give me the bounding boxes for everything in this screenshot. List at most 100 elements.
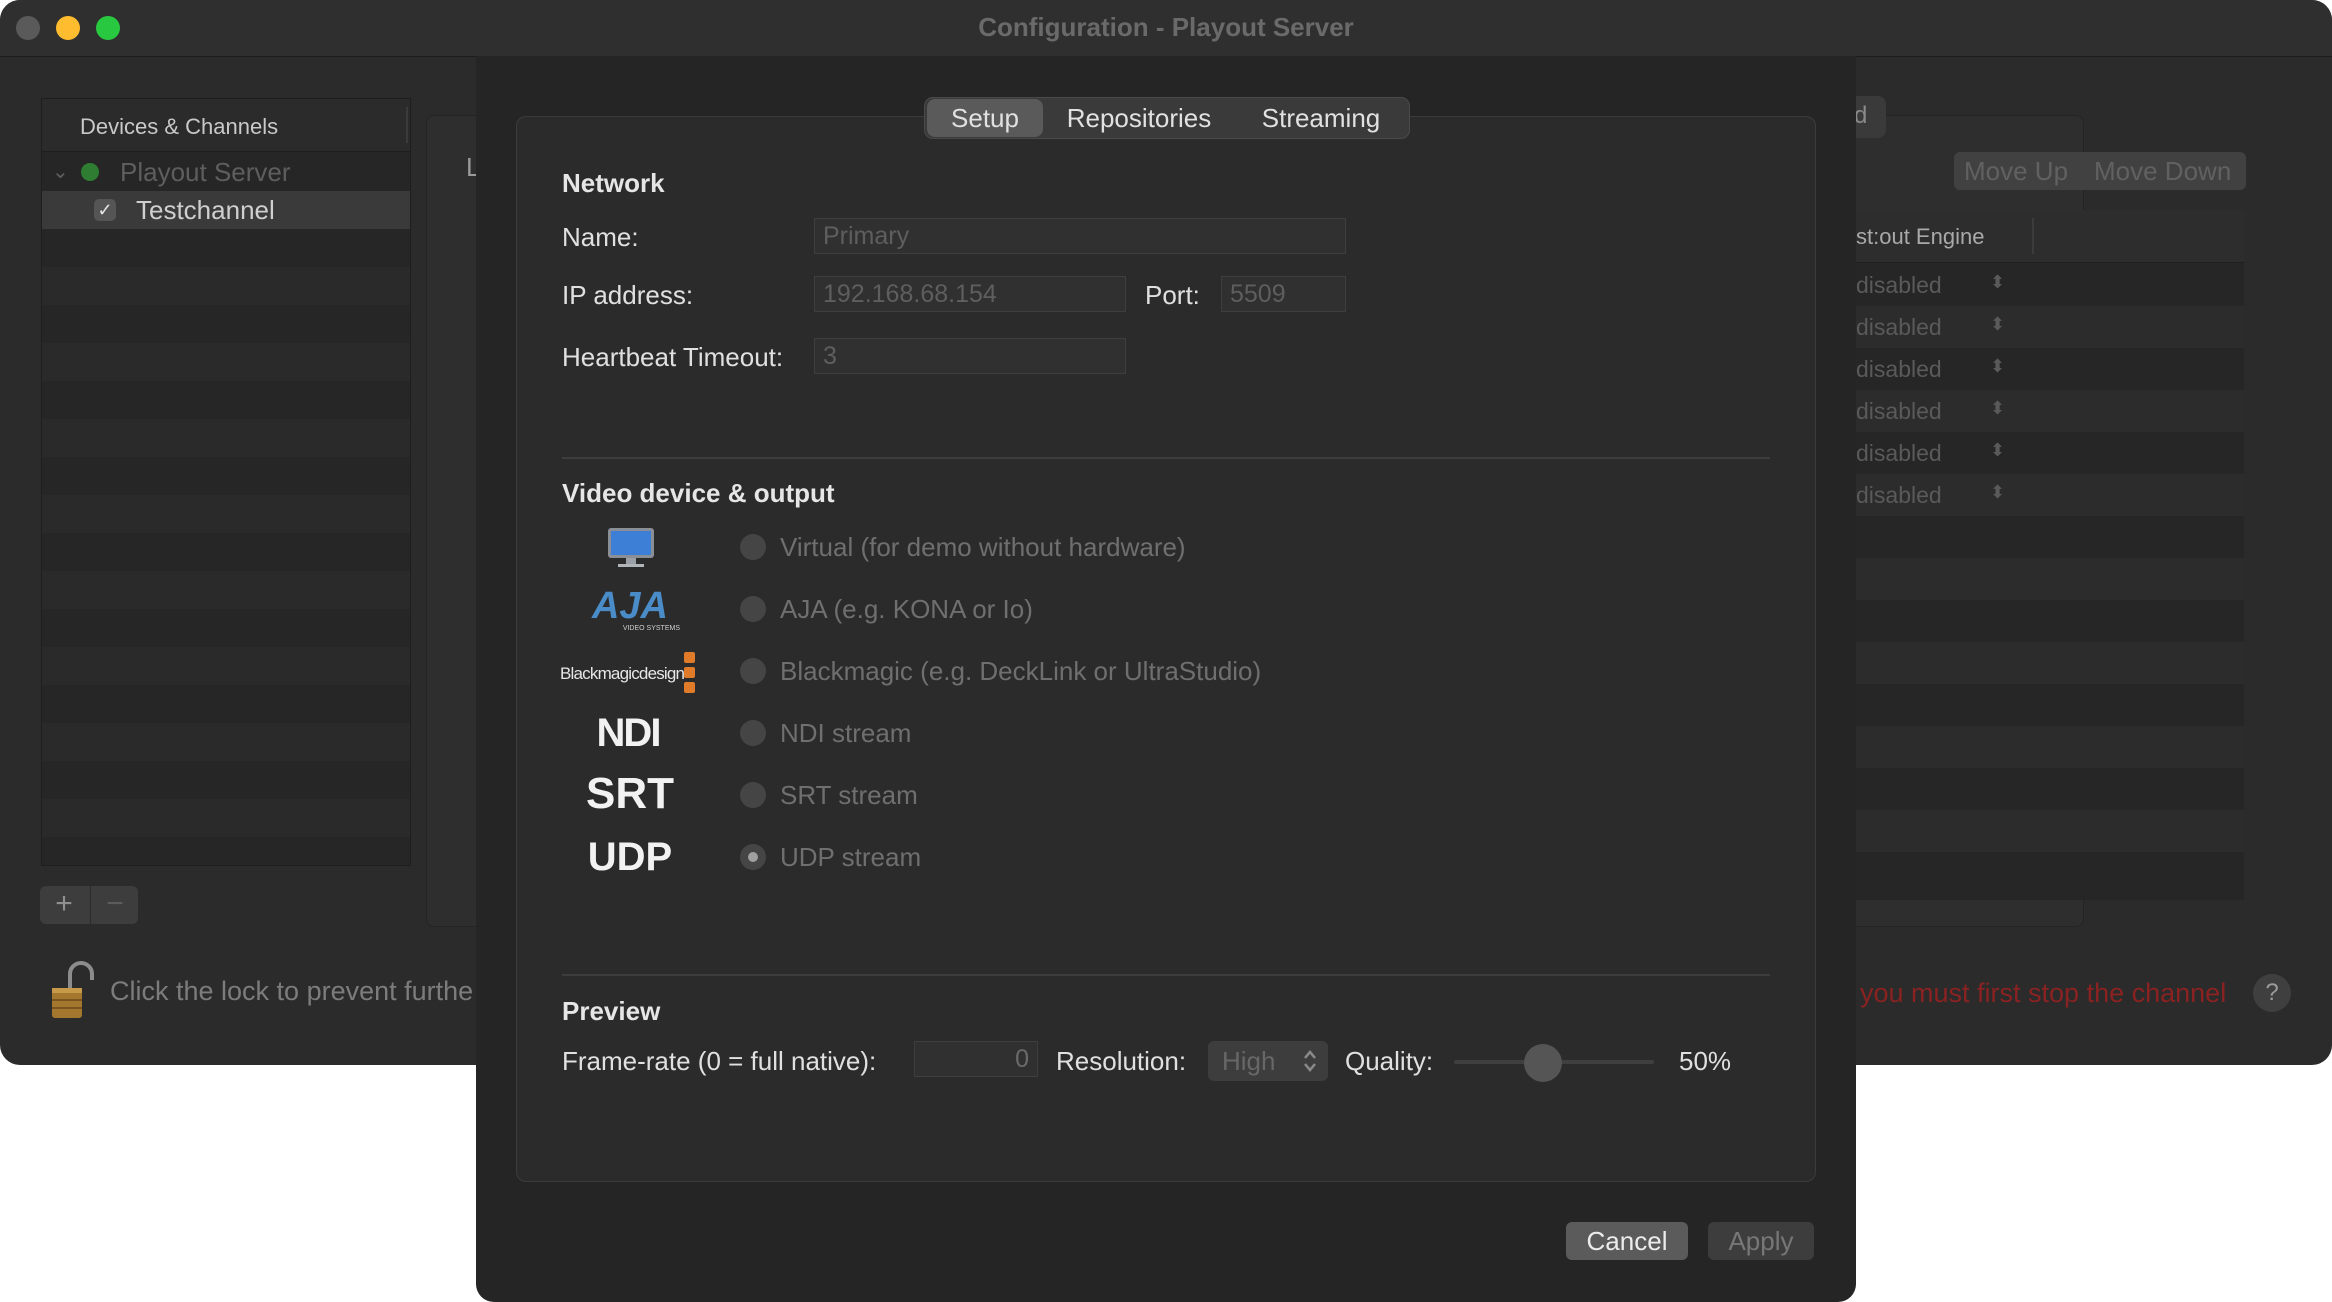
- resolution-value: High: [1222, 1046, 1276, 1076]
- resolution-label: Resolution:: [1056, 1046, 1187, 1076]
- table-row[interactable]: disabled ⬍: [1852, 264, 2244, 306]
- section-divider: [562, 457, 1770, 459]
- sidebar-title: Devices & Channels: [80, 114, 279, 139]
- help-button[interactable]: ?: [2253, 974, 2291, 1012]
- title-bar: Configuration - Playout Server: [0, 0, 2332, 57]
- resolution-popup[interactable]: High: [1208, 1041, 1328, 1081]
- engine-value: disabled: [1856, 440, 1942, 466]
- quality-value: 50%: [1679, 1046, 1732, 1076]
- tab-setup[interactable]: Setup: [927, 99, 1043, 137]
- sidebar-item-testchannel[interactable]: ✓ Testchannel: [42, 191, 410, 229]
- svg-text:VIDEO SYSTEMS: VIDEO SYSTEMS: [623, 625, 681, 632]
- sidebar-empty-row: [42, 495, 410, 533]
- heartbeat-timeout-field[interactable]: 3: [814, 338, 1126, 374]
- sidebar-empty-row: [42, 799, 410, 837]
- updown-arrows-icon[interactable]: ⬍: [1990, 398, 2005, 419]
- udp-logo: UDP: [588, 835, 672, 878]
- frame-rate-field[interactable]: 0: [914, 1041, 1038, 1077]
- ip-address-field[interactable]: 192.168.68.154: [814, 276, 1126, 312]
- table-empty-row: [1852, 810, 2244, 852]
- radio-button[interactable]: [740, 534, 766, 560]
- radio-button-selected[interactable]: [740, 844, 766, 870]
- setup-panel: [516, 116, 1816, 1182]
- tab-streaming[interactable]: Streaming: [1241, 98, 1401, 138]
- sidebar-empty-row: [42, 647, 410, 685]
- updown-arrows-icon[interactable]: ⬍: [1990, 440, 2005, 461]
- port-field[interactable]: 5509: [1221, 276, 1346, 312]
- table-empty-row: [1852, 642, 2244, 684]
- window-title: Configuration - Playout Server: [978, 12, 1354, 42]
- radio-button[interactable]: [740, 720, 766, 746]
- table-row[interactable]: disabled ⬍: [1852, 348, 2244, 390]
- table-empty-row: [1852, 558, 2244, 600]
- section-divider: [562, 974, 1770, 976]
- sidebar-item-label: Testchannel: [136, 195, 275, 225]
- monitor-icon: [608, 528, 654, 567]
- remove-button[interactable]: −: [90, 886, 139, 924]
- quality-slider[interactable]: [1454, 1044, 1654, 1082]
- radio-label: Blackmagic (e.g. DeckLink or UltraStudio…: [780, 656, 1262, 686]
- engine-value: disabled: [1856, 272, 1942, 298]
- move-down-button[interactable]: Move Down: [2094, 156, 2231, 187]
- status-dot-icon: [81, 163, 99, 181]
- sidebar-item-playout-server[interactable]: ⌄ Playout Server: [42, 153, 410, 191]
- chevron-down-icon[interactable]: ⌄: [52, 159, 69, 184]
- name-field[interactable]: Primary: [814, 218, 1346, 254]
- radio-button[interactable]: [740, 658, 766, 684]
- table-row[interactable]: disabled ⬍: [1852, 306, 2244, 348]
- radio-label: AJA (e.g. KONA or Io): [780, 594, 1033, 624]
- table-row[interactable]: disabled ⬍: [1852, 474, 2244, 516]
- engine-value: disabled: [1856, 398, 1942, 424]
- tab-bar: Setup Repositories Streaming: [924, 97, 1410, 139]
- lock-open-icon[interactable]: [48, 960, 96, 1020]
- network-section-title: Network: [562, 168, 665, 198]
- engine-value: disabled: [1856, 314, 1942, 340]
- engine-table: st:out Engine disabled ⬍ disabled ⬍ disa…: [1852, 210, 2244, 900]
- aja-logo: AJA VIDEO SYSTEMS: [591, 588, 681, 632]
- radio-button[interactable]: [740, 782, 766, 808]
- updown-arrows-icon[interactable]: ⬍: [1990, 356, 2005, 377]
- radio-button[interactable]: [740, 596, 766, 622]
- radio-label: UDP stream: [780, 842, 922, 872]
- warning-text: you must first stop the channel: [1860, 978, 2227, 1008]
- checkbox-checked-icon[interactable]: ✓: [94, 199, 116, 221]
- tab-fragment-label: d: [1854, 102, 1868, 129]
- lock-area: Click the lock to prevent furthe: [48, 960, 488, 1020]
- column-separator: [406, 107, 408, 143]
- column-header-engine: st:out Engine: [1856, 224, 1985, 249]
- apply-button[interactable]: Apply: [1708, 1222, 1814, 1260]
- updown-arrows-icon[interactable]: ⬍: [1990, 272, 2005, 293]
- table-row[interactable]: disabled ⬍: [1852, 432, 2244, 474]
- ip-address-label: IP address:: [562, 280, 694, 310]
- move-buttons: Move Up Move Down: [1954, 152, 2246, 190]
- svg-text:AJA: AJA: [591, 588, 668, 627]
- updown-arrows-icon[interactable]: ⬍: [1990, 482, 2005, 503]
- srt-logo: SRT: [586, 770, 674, 814]
- sidebar-header: Devices & Channels: [42, 99, 410, 152]
- heartbeat-timeout-label: Heartbeat Timeout:: [562, 342, 784, 372]
- engine-value: disabled: [1856, 356, 1942, 382]
- preview-section-title: Preview: [562, 996, 661, 1026]
- quality-label: Quality:: [1345, 1046, 1434, 1076]
- tab-repositories[interactable]: Repositories: [1047, 98, 1231, 138]
- column-separator: [2032, 218, 2034, 254]
- cancel-button[interactable]: Cancel: [1566, 1222, 1688, 1260]
- devices-sidebar: Devices & Channels ⌄ Playout Server ✓ Te…: [41, 98, 411, 866]
- updown-chevron-icon: [1304, 1050, 1316, 1072]
- sidebar-empty-row: [42, 571, 410, 609]
- sidebar-empty-row: [42, 267, 410, 305]
- svg-text:UDP: UDP: [588, 835, 672, 878]
- radio-label: Virtual (for demo without hardware): [780, 532, 1186, 562]
- move-up-button[interactable]: Move Up: [1964, 156, 2068, 187]
- updown-arrows-icon[interactable]: ⬍: [1990, 314, 2005, 335]
- svg-text:Blackmagicdesign: Blackmagicdesign: [560, 664, 685, 683]
- sidebar-empty-row: [42, 343, 410, 381]
- name-label: Name:: [562, 222, 639, 252]
- port-label: Port:: [1145, 280, 1200, 310]
- ndi-logo: NDI: [597, 711, 662, 754]
- table-header: st:out Engine: [1852, 210, 2244, 263]
- table-empty-row: [1852, 726, 2244, 768]
- add-button[interactable]: +: [40, 886, 88, 924]
- table-row[interactable]: disabled ⬍: [1852, 390, 2244, 432]
- slider-knob[interactable]: [1524, 1044, 1562, 1082]
